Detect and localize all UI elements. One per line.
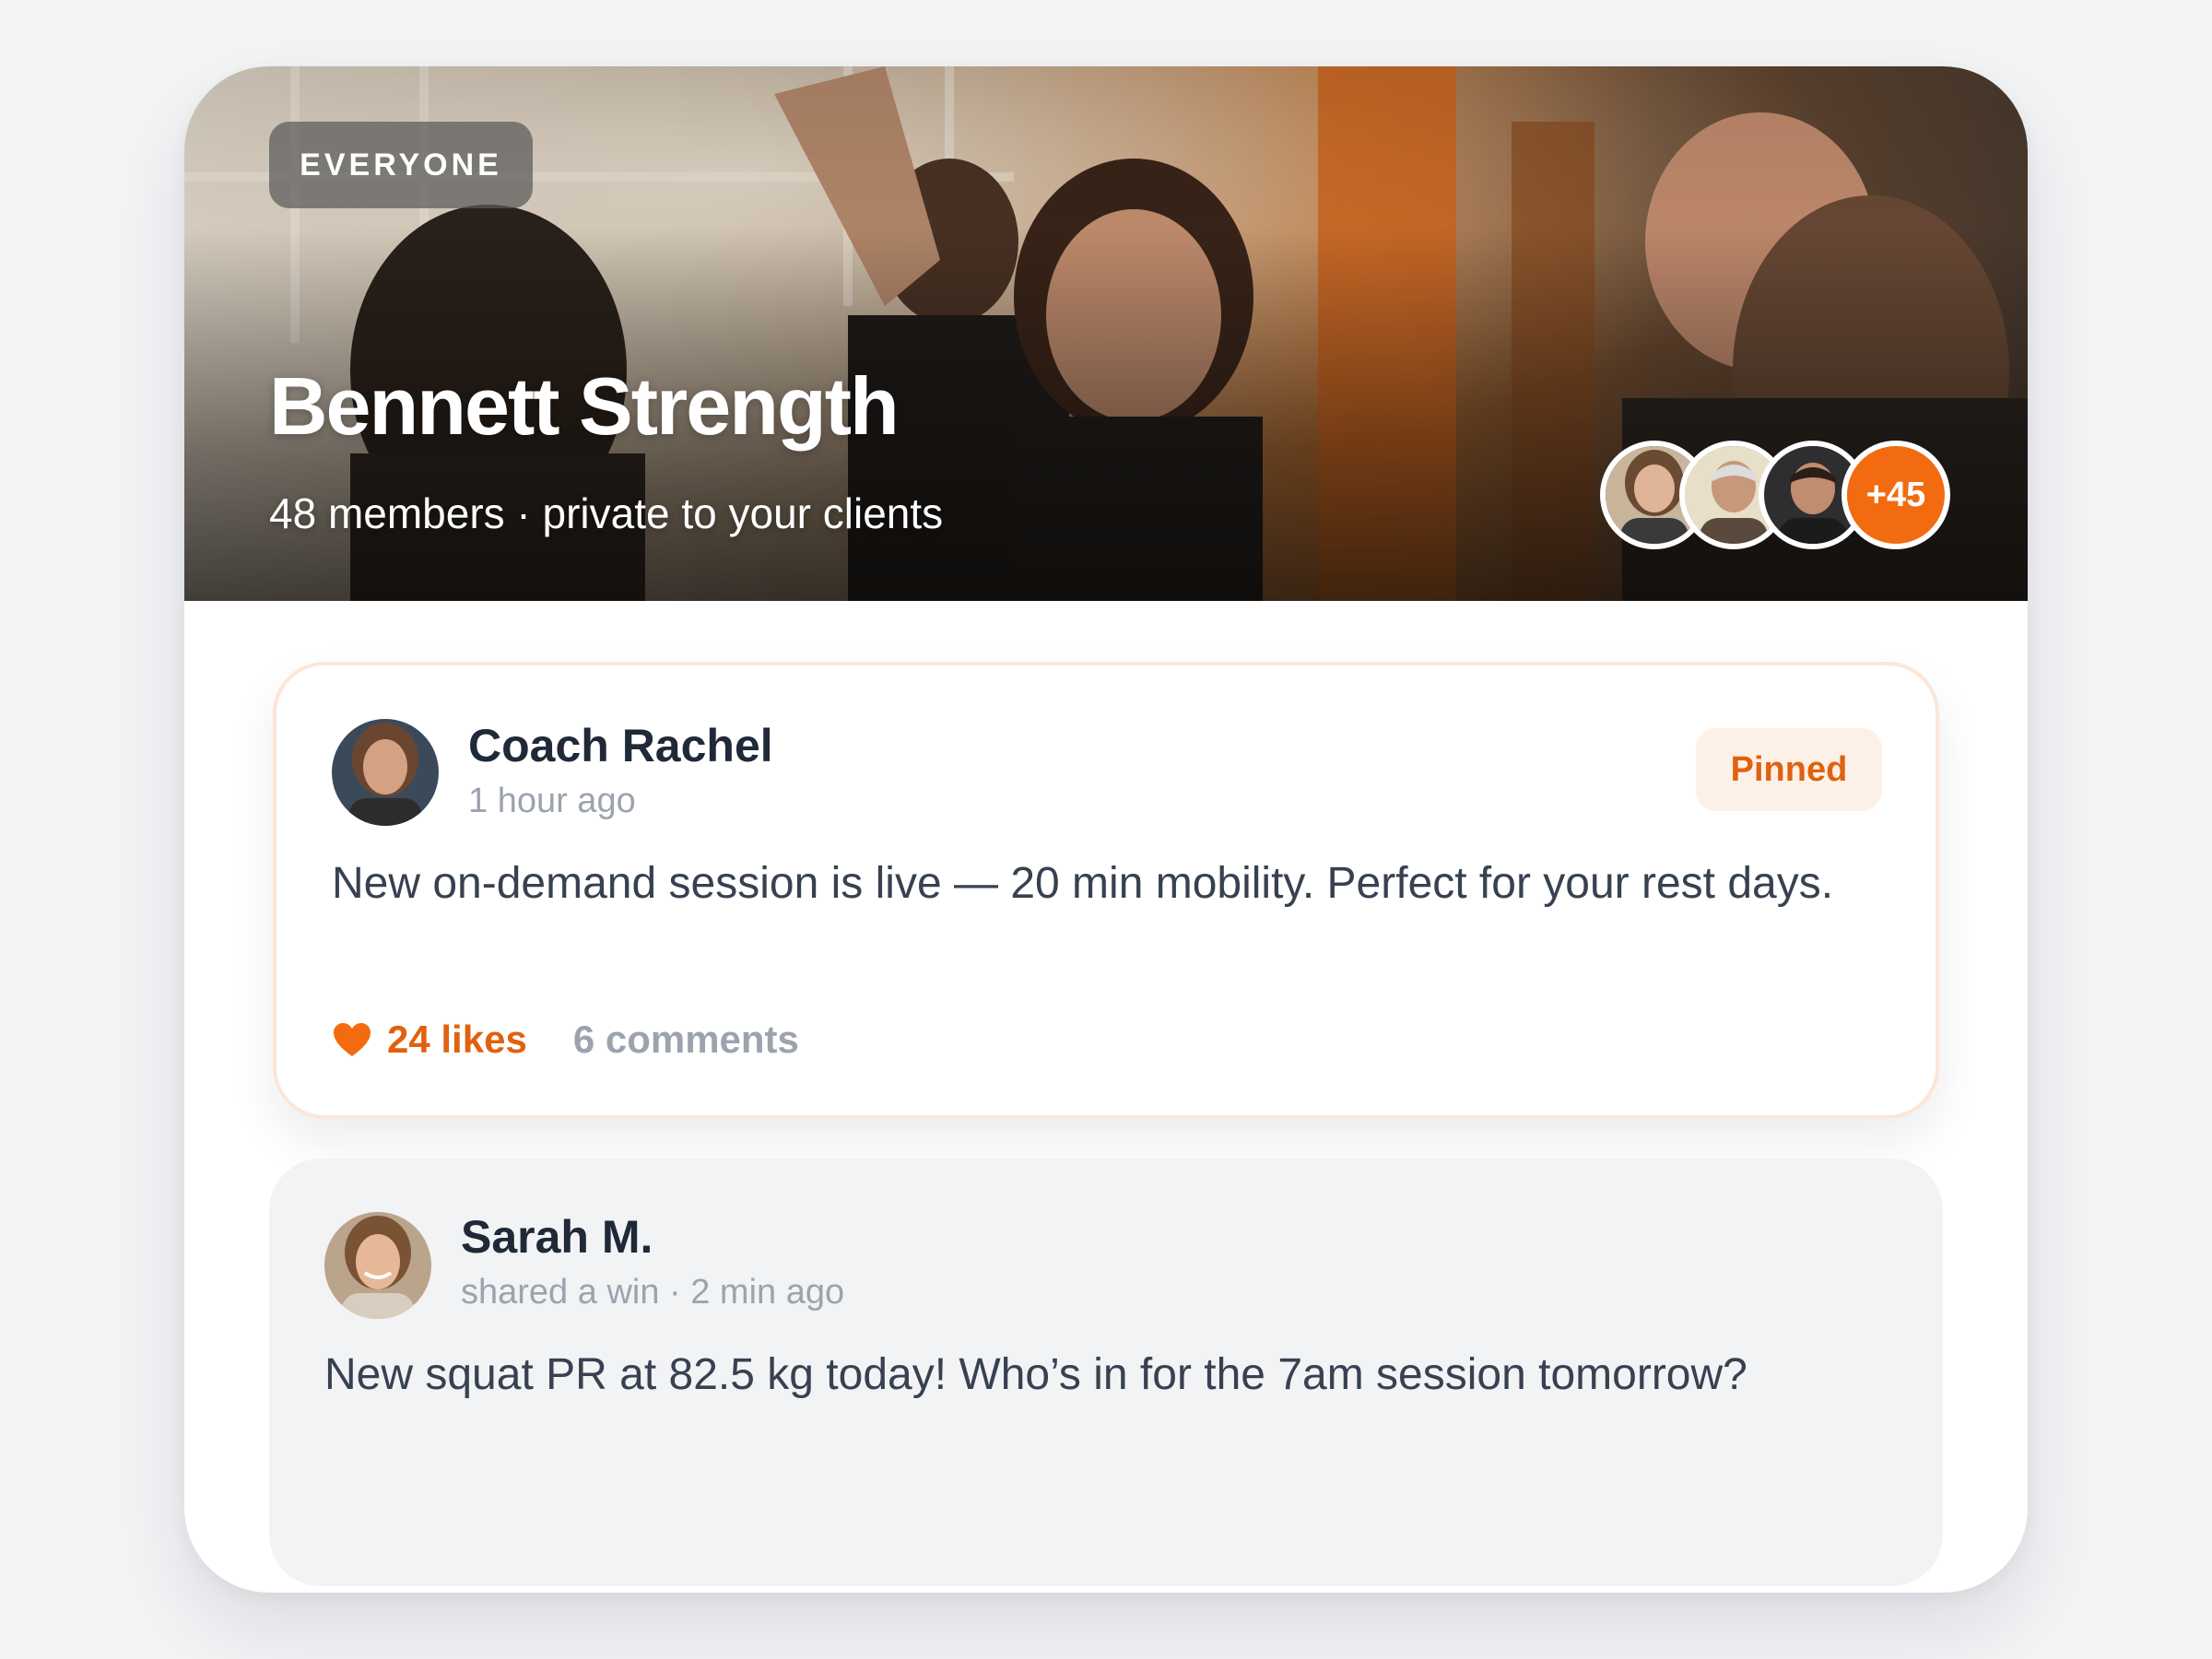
like-button[interactable]: 24 likes [332,1018,527,1062]
post-body: New on-demand session is live — 20 min m… [332,859,1834,908]
comments-link[interactable]: 6 comments [573,1018,799,1062]
group-card: EVERYONE Bennett Strength 48 members · p… [184,66,2028,1593]
post-timestamp: 1 hour ago [468,782,636,820]
author-name[interactable]: Sarah M. [461,1210,653,1264]
group-title: Bennett Strength [269,360,900,452]
feed-post[interactable]: Sarah M. shared a win · 2 min ago New sq… [269,1159,1943,1586]
group-subtitle: 48 members · private to your clients [269,489,944,537]
author-avatar[interactable] [332,719,439,826]
like-count: 24 likes [387,1018,527,1061]
audience-badge[interactable]: EVERYONE [269,122,533,208]
pinned-post[interactable]: Coach Rachel 1 hour ago Pinned New on-de… [273,662,1939,1119]
post-actions: 24 likes 6 comments [332,1012,799,1067]
author-name[interactable]: Coach Rachel [468,719,773,772]
author-avatar[interactable] [324,1212,431,1319]
post-body: New squat PR at 82.5 kg today! Who’s in … [324,1350,1747,1399]
post-timestamp: shared a win · 2 min ago [461,1273,845,1312]
more-members-count[interactable]: +45 [1841,441,1950,549]
heart-icon [334,1023,371,1056]
member-avatar-stack[interactable]: +45 [1600,441,1950,549]
pinned-badge: Pinned [1696,728,1882,811]
group-hero: EVERYONE Bennett Strength 48 members · p… [184,66,2028,601]
